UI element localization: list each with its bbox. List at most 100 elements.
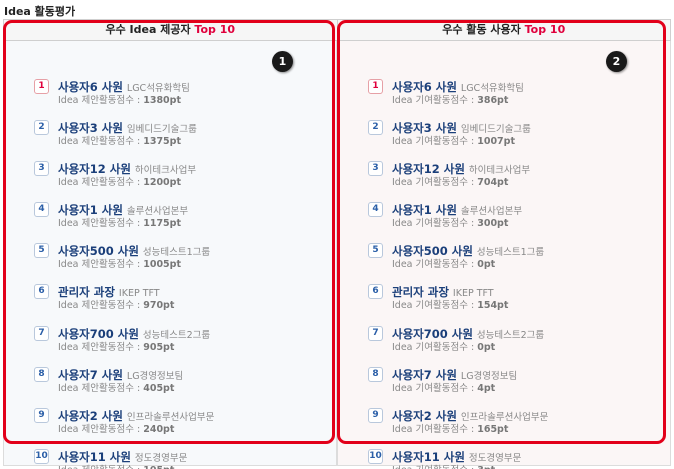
- score-line: Idea 제안활동점수 : 970pt: [58, 297, 174, 311]
- score-line: Idea 기여활동점수 : 165pt: [392, 421, 508, 435]
- score-label: Idea 기여활동점수 :: [392, 259, 475, 271]
- score-label: Idea 기여활동점수 :: [392, 218, 475, 230]
- list-item: 4 사용자1 사원 솔루션사업본부 Idea 제안활동점수 : 1175pt: [4, 198, 336, 239]
- score-line: Idea 제안활동점수 : 1005pt: [58, 256, 181, 270]
- score-value: 1005pt: [143, 259, 182, 271]
- score-label: Idea 기여활동점수 :: [392, 465, 474, 469]
- rank-badge: 3: [34, 161, 49, 177]
- score-line: Idea 제안활동점수 : 905pt: [58, 339, 174, 353]
- score-line: Idea 기여활동점수 : 1007pt: [392, 133, 515, 147]
- rank-badge: 6: [368, 284, 383, 300]
- rank-badge: 10: [34, 448, 49, 464]
- header-title: 우수 Idea 제공자: [105, 23, 191, 36]
- score-label: Idea 기여활동점수 :: [392, 177, 475, 189]
- rank-badge: 6: [34, 284, 49, 300]
- score-line: Idea 기여활동점수 : 3pt: [392, 462, 495, 469]
- score-value: 704pt: [477, 177, 509, 189]
- list-item: 5 사용자500 사원 성능테스트1그룹 Idea 제안활동점수 : 1005pt: [4, 239, 336, 280]
- list-item: 10사용자11 사원정도경영부문Idea 제안활동점수 : 105pt: [4, 445, 336, 469]
- score-line: Idea 제안활동점수 : 1175pt: [58, 215, 181, 229]
- list-item: 8 사용자7 사원 LG경영정보팀 Idea 기여활동점수 : 4pt: [338, 363, 670, 404]
- rank-badge: 7: [368, 325, 383, 341]
- score-value: 0pt: [477, 259, 496, 271]
- score-line: Idea 기여활동점수 : 4pt: [392, 380, 495, 394]
- list-item: 6 관리자 과장 IKEP TFT Idea 기여활동점수 : 154pt: [338, 280, 670, 321]
- score-line: Idea 제안활동점수 : 405pt: [58, 380, 174, 394]
- score-line: Idea 기여활동점수 : 704pt: [392, 174, 508, 188]
- rank-badge: 1: [34, 79, 49, 94]
- score-label: Idea 기여활동점수 :: [392, 382, 475, 394]
- score-label: Idea 제안활동점수 :: [58, 423, 141, 435]
- score-line: Idea 기여활동점수 : 300pt: [392, 215, 508, 229]
- list-item: 1 사용자6 사원 LGC석유화학팀 Idea 제안활동점수 : 1380pt: [4, 75, 336, 116]
- idea-provider-panel: 1 사용자6 사원 LGC석유화학팀 Idea 제안활동점수 : 1380pt 2 사용자…: [3, 41, 337, 469]
- header-accent: Top 10: [524, 23, 566, 36]
- idea-provider-list: 1 사용자6 사원 LGC석유화학팀 Idea 제안활동점수 : 1380pt 2 사용자…: [4, 75, 336, 469]
- score-value: 386pt: [477, 95, 509, 106]
- score-value: 1380pt: [143, 95, 182, 106]
- score-line: Idea 제안활동점수 : 1200pt: [58, 174, 181, 188]
- score-label: Idea 제안활동점수 :: [58, 95, 141, 106]
- rank-badge: 5: [34, 243, 49, 259]
- rank-badge: 5: [368, 243, 383, 259]
- header-title: 우수 활동 사용자: [442, 23, 521, 36]
- list-item: 1 사용자6 사원 LGC석유화학팀 Idea 기여활동점수 : 386pt: [338, 75, 670, 116]
- list-item: 5 사용자500 사원 성능테스트1그룹 Idea 기여활동점수 : 0pt: [338, 239, 670, 280]
- score-line: Idea 기여활동점수 : 386pt: [392, 92, 508, 106]
- list-item: 9 사용자2 사원 인프라솔루션사업부문 Idea 기여활동점수 : 165pt: [338, 404, 670, 445]
- score-value: 105pt: [143, 465, 174, 469]
- list-item: 6 관리자 과장 IKEP TFT Idea 제안활동점수 : 970pt: [4, 280, 336, 321]
- score-line: Idea 제안활동점수 : 1375pt: [58, 133, 181, 147]
- list-item: 4 사용자1 사원 솔루션사업본부 Idea 기여활동점수 : 300pt: [338, 198, 670, 239]
- score-label: Idea 기여활동점수 :: [392, 423, 475, 435]
- score-label: Idea 제안활동점수 :: [58, 136, 141, 148]
- rank-badge: 3: [368, 161, 383, 177]
- score-line: Idea 기여활동점수 : 154pt: [392, 297, 508, 311]
- score-value: 1175pt: [143, 218, 182, 230]
- score-line: Idea 기여활동점수 : 0pt: [392, 339, 495, 353]
- rank-badge: 2: [34, 120, 49, 136]
- rank-badge: 7: [34, 325, 49, 341]
- list-item: 3 사용자12 사원 하이테크사업부 Idea 제안활동점수 : 1200pt: [4, 157, 336, 198]
- rank-badge: 9: [34, 407, 49, 423]
- rank-badge: 10: [368, 448, 383, 464]
- rank-badge: 4: [368, 202, 383, 218]
- score-value: 240pt: [143, 423, 175, 435]
- rank-badge: 2: [368, 120, 383, 136]
- score-value: 165pt: [477, 423, 509, 435]
- page-title: Idea 활동평가: [4, 5, 76, 18]
- score-value: 905pt: [143, 341, 175, 353]
- rank-badge: 8: [34, 366, 49, 382]
- score-label: Idea 제안활동점수 :: [58, 177, 141, 189]
- rank-badge: 8: [368, 366, 383, 382]
- score-value: 154pt: [477, 300, 509, 312]
- score-value: 405pt: [143, 382, 175, 394]
- list-item: 9 사용자2 사원 인프라솔루션사업부문 Idea 제안활동점수 : 240pt: [4, 404, 336, 445]
- score-value: 0pt: [477, 341, 496, 353]
- list-item: 7 사용자700 사원 성능테스트2그룹 Idea 제안활동점수 : 905pt: [4, 322, 336, 363]
- list-item: 8 사용자7 사원 LG경영정보팀 Idea 제안활동점수 : 405pt: [4, 363, 336, 404]
- active-user-panel: 1 사용자6 사원 LGC석유화학팀 Idea 기여활동점수 : 386pt 2 사용자3…: [337, 41, 671, 469]
- list-item: 2 사용자3 사원 임베디드기술그룹 Idea 기여활동점수 : 1007pt: [338, 116, 670, 157]
- score-line: Idea 기여활동점수 : 0pt: [392, 256, 495, 270]
- table-header: 우수 Idea 제공자 Top 10 우수 활동 사용자 Top 10: [3, 19, 671, 41]
- score-label: Idea 제안활동점수 :: [58, 218, 141, 230]
- list-item: 10사용자11 사원정도경영부문Idea 기여활동점수 : 3pt: [338, 445, 670, 469]
- score-label: Idea 제안활동점수 :: [58, 300, 141, 312]
- list-item: 2 사용자3 사원 임베디드기술그룹 Idea 제안활동점수 : 1375pt: [4, 116, 336, 157]
- score-value: 4pt: [477, 382, 496, 394]
- score-line: Idea 제안활동점수 : 105pt: [58, 462, 174, 469]
- score-label: Idea 기여활동점수 :: [392, 341, 475, 353]
- score-value: 1007pt: [477, 136, 516, 148]
- score-label: Idea 제안활동점수 :: [58, 382, 141, 394]
- active-user-list: 1 사용자6 사원 LGC석유화학팀 Idea 기여활동점수 : 386pt 2 사용자3…: [338, 75, 670, 469]
- score-label: Idea 기여활동점수 :: [392, 136, 475, 148]
- score-label: Idea 제안활동점수 :: [58, 341, 141, 353]
- score-value: 1200pt: [143, 177, 182, 189]
- score-label: Idea 제안활동점수 :: [58, 259, 141, 271]
- rank-badge: 1: [368, 79, 383, 94]
- header-top-active-users: 우수 활동 사용자 Top 10: [336, 20, 671, 40]
- score-value: 1375pt: [143, 136, 182, 148]
- score-value: 3pt: [477, 465, 495, 469]
- callout-marker-2: 2: [606, 51, 627, 72]
